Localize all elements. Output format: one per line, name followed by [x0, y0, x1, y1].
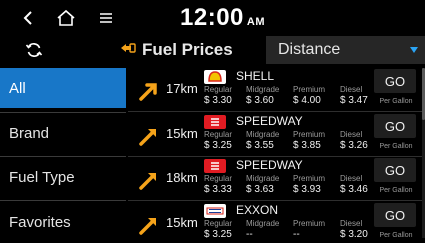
label-diesel: Diesel — [340, 85, 363, 94]
label-regular: Regular — [204, 219, 233, 228]
sidebar-item-fuel-type[interactable]: Fuel Type — [0, 157, 126, 197]
label-regular: Regular — [204, 130, 233, 139]
sidebar-item-label: Brand — [9, 124, 50, 142]
page-title: Fuel Prices — [142, 40, 233, 59]
label-midgrade: Midgrade — [246, 174, 280, 183]
price-midgrade: $ 3.63 — [246, 184, 274, 195]
direction-arrow-icon — [139, 218, 156, 235]
clock: 12:00 AM — [180, 4, 265, 32]
station-list: 17km SHELL Regular Midgrade Premium Dies… — [128, 68, 425, 243]
station-row[interactable]: 15km EXXON Regular Midgrade Premium Dies… — [128, 202, 425, 243]
price-regular: $ 3.33 — [204, 184, 232, 195]
direction-arrow-icon — [139, 129, 156, 146]
station-distance: 15km — [166, 215, 198, 230]
label-diesel: Diesel — [340, 219, 363, 228]
sidebar-item-brand[interactable]: Brand — [0, 113, 126, 153]
label-premium: Premium — [293, 174, 326, 183]
station-brand: SPEEDWAY — [236, 114, 303, 128]
shell-logo-icon — [204, 70, 226, 84]
speedway-logo-icon — [204, 115, 226, 129]
divider — [128, 111, 425, 112]
status-bar: 12:00 AM — [0, 0, 425, 36]
station-distance: 15km — [166, 126, 198, 141]
exxon-logo-icon — [204, 204, 226, 218]
label-premium: Premium — [293, 130, 326, 139]
price-diesel: $ 3.26 — [340, 140, 368, 151]
sidebar-item-label: Fuel Type — [9, 168, 75, 186]
price-regular: $ 3.25 — [204, 229, 232, 240]
sort-dropdown-value: Distance — [278, 41, 341, 58]
station-brand: SPEEDWAY — [236, 158, 303, 172]
station-distance: 18km — [166, 170, 198, 185]
price-diesel: $ 3.20 — [340, 229, 368, 240]
price-regular: $ 3.25 — [204, 140, 232, 151]
price-regular: $ 3.30 — [204, 95, 232, 106]
sidebar-item-all[interactable]: All — [0, 68, 126, 108]
sidebar-item-label: All — [9, 79, 26, 97]
price-diesel: $ 3.47 — [340, 95, 368, 106]
per-gallon-label: Per Gallon — [379, 187, 413, 194]
station-row[interactable]: 15km SPEEDWAY Regular Midgrade Premium D… — [128, 113, 425, 156]
price-diesel: $ 3.46 — [340, 184, 368, 195]
label-premium: Premium — [293, 85, 326, 94]
station-row[interactable]: 17km SHELL Regular Midgrade Premium Dies… — [128, 68, 425, 111]
sidebar: All Brand Fuel Type Favorites — [0, 68, 126, 243]
label-regular: Regular — [204, 174, 233, 183]
label-midgrade: Midgrade — [246, 130, 280, 139]
menu-icon[interactable] — [92, 6, 120, 30]
price-premium: -- — [293, 229, 300, 240]
label-diesel: Diesel — [340, 130, 363, 139]
go-button[interactable]: GO — [374, 158, 416, 182]
station-distance: 17km — [166, 81, 198, 96]
label-midgrade: Midgrade — [246, 85, 280, 94]
price-midgrade: -- — [246, 229, 253, 240]
per-gallon-label: Per Gallon — [379, 143, 413, 150]
go-button[interactable]: GO — [374, 69, 416, 93]
header: Fuel Prices Distance — [0, 36, 425, 64]
price-premium: $ 3.85 — [293, 140, 321, 151]
speedway-logo-icon — [204, 159, 226, 173]
label-regular: Regular — [204, 85, 233, 94]
clock-time: 12:00 — [180, 4, 244, 31]
sort-dropdown[interactable]: Distance — [266, 36, 425, 64]
price-midgrade: $ 3.60 — [246, 95, 274, 106]
price-premium: $ 3.93 — [293, 184, 321, 195]
sidebar-item-favorites[interactable]: Favorites — [0, 202, 126, 242]
back-arrow-icon[interactable] — [14, 6, 42, 30]
fuel-pump-icon — [120, 41, 136, 60]
divider — [0, 200, 126, 201]
clock-ampm: AM — [246, 16, 265, 28]
label-premium: Premium — [293, 219, 326, 228]
price-premium: $ 4.00 — [293, 95, 321, 106]
divider — [128, 200, 425, 201]
sidebar-item-label: Favorites — [9, 213, 71, 231]
label-diesel: Diesel — [340, 174, 363, 183]
direction-arrow-icon — [139, 173, 156, 190]
station-brand: EXXON — [236, 203, 279, 217]
price-midgrade: $ 3.55 — [246, 140, 274, 151]
station-brand: SHELL — [236, 69, 275, 83]
per-gallon-label: Per Gallon — [379, 98, 413, 105]
direction-arrow-icon — [139, 83, 157, 101]
go-button[interactable]: GO — [374, 203, 416, 227]
refresh-icon[interactable] — [22, 38, 46, 62]
per-gallon-label: Per Gallon — [379, 232, 413, 239]
home-icon[interactable] — [52, 6, 80, 30]
go-button[interactable]: GO — [374, 114, 416, 138]
title-group: Fuel Prices — [120, 39, 233, 61]
chevron-down-icon — [410, 47, 418, 53]
label-midgrade: Midgrade — [246, 219, 280, 228]
station-row[interactable]: 18km SPEEDWAY Regular Midgrade Premium D… — [128, 157, 425, 200]
